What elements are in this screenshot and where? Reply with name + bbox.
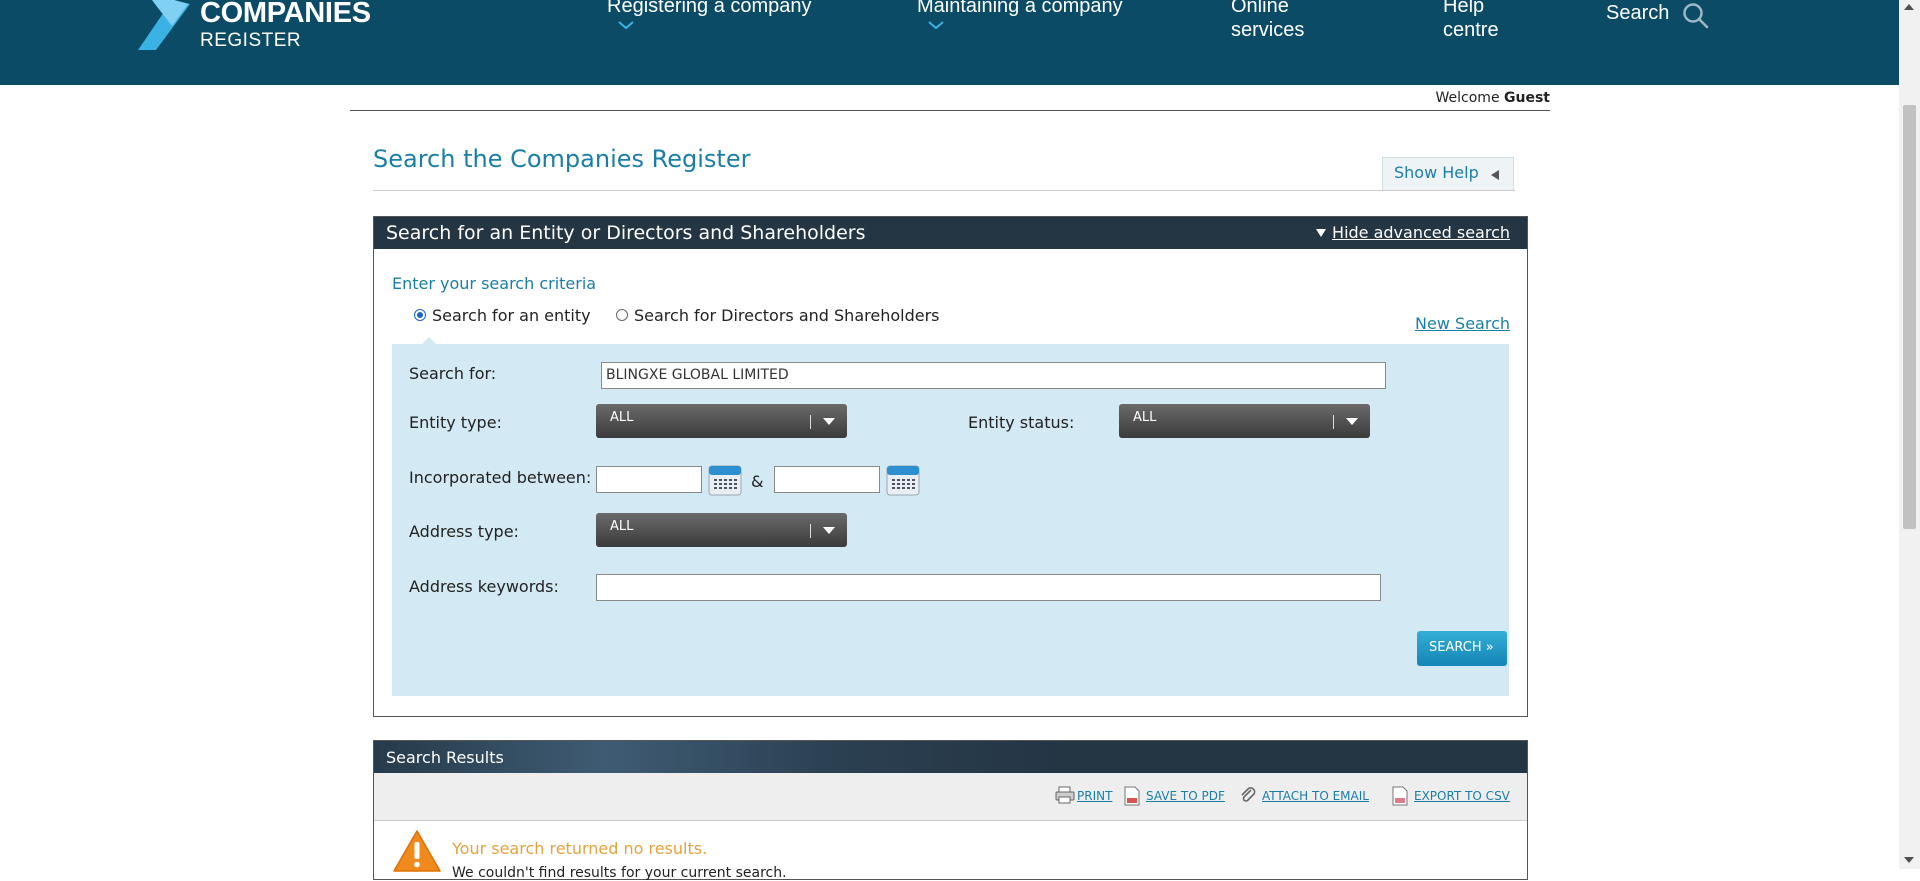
caret-down-icon xyxy=(823,418,835,425)
chevron-down-icon xyxy=(928,21,944,30)
nav-registering-a-company[interactable]: Registering a company xyxy=(607,0,812,30)
no-results-message: Your search returned no results. xyxy=(452,839,708,858)
new-search-link[interactable]: New Search xyxy=(1415,314,1510,333)
welcome-user: Guest xyxy=(1504,90,1550,106)
top-header: COMPANIES REGISTER Registering a company… xyxy=(0,0,1899,85)
csv-file-icon xyxy=(1392,786,1408,806)
nav-search[interactable]: Search xyxy=(1606,2,1709,29)
show-help-button[interactable]: Show Help xyxy=(1382,157,1514,190)
nav-online-services[interactable]: Online services xyxy=(1231,0,1304,42)
triangle-down-icon xyxy=(1316,229,1327,237)
attach-to-email-label: ATTACH TO EMAIL xyxy=(1262,789,1369,803)
address-type-label: Address type: xyxy=(409,522,519,541)
chevron-down-icon xyxy=(618,21,634,30)
vertical-scrollbar[interactable] xyxy=(1899,0,1920,869)
hide-advanced-search-link[interactable]: Hide advanced search xyxy=(1316,223,1510,242)
nav-label: Maintaining a company xyxy=(917,0,1123,17)
save-to-pdf-label: SAVE TO PDF xyxy=(1146,789,1225,803)
save-to-pdf-link[interactable]: SAVE TO PDF xyxy=(1124,786,1225,806)
search-button[interactable]: SEARCH » xyxy=(1417,631,1507,666)
search-for-input[interactable]: BLINGXE GLOBAL LIMITED xyxy=(601,362,1386,389)
entity-type-value: ALL xyxy=(610,410,634,425)
welcome-divider xyxy=(350,110,1550,111)
nav-label: Online xyxy=(1231,0,1289,17)
logo-title[interactable]: COMPANIES xyxy=(200,0,371,30)
radio-entity-label: Search for an entity xyxy=(432,306,591,325)
caret-down-icon xyxy=(823,527,835,534)
nav-label: services xyxy=(1231,19,1305,41)
page-title: Search the Companies Register xyxy=(373,145,751,173)
no-results-detail: We couldn't find results for your curren… xyxy=(452,865,787,881)
address-keywords-input[interactable] xyxy=(596,574,1381,601)
logo-subtitle[interactable]: REGISTER xyxy=(200,30,301,52)
attach-to-email-link[interactable]: ATTACH TO EMAIL xyxy=(1241,787,1369,803)
search-form: Search for: BLINGXE GLOBAL LIMITED Entit… xyxy=(392,344,1509,696)
scroll-thumb[interactable] xyxy=(1903,105,1916,529)
calendar-icon[interactable] xyxy=(886,464,920,496)
select-separator xyxy=(810,524,811,538)
welcome-prefix: Welcome xyxy=(1435,90,1500,106)
triangle-left-icon xyxy=(1491,170,1499,180)
incorporated-from-input[interactable] xyxy=(596,466,702,493)
date-range-separator: & xyxy=(751,472,764,491)
print-link[interactable]: PRINT xyxy=(1055,786,1113,804)
scroll-down-arrow-icon[interactable] xyxy=(1904,857,1914,863)
nav-label: centre xyxy=(1443,19,1499,41)
nav-search-label: Search xyxy=(1606,2,1670,24)
calendar-icon[interactable] xyxy=(708,464,742,496)
paperclip-icon xyxy=(1241,787,1256,802)
pdf-icon xyxy=(1124,786,1140,806)
select-separator xyxy=(1333,415,1334,429)
welcome-text: Welcome Guest xyxy=(1350,90,1550,106)
search-panel-header: Search for an Entity or Directors and Sh… xyxy=(374,217,1527,249)
search-panel: Search for an Entity or Directors and Sh… xyxy=(373,216,1528,717)
export-to-csv-label: EXPORT TO CSV xyxy=(1414,789,1510,803)
scroll-up-arrow-icon[interactable] xyxy=(1904,4,1914,10)
incorporated-to-input[interactable] xyxy=(774,466,880,493)
nav-help-centre[interactable]: Help centre xyxy=(1443,0,1499,42)
printer-icon xyxy=(1055,786,1075,804)
nav-maintaining-a-company[interactable]: Maintaining a company xyxy=(917,0,1123,30)
search-results-panel: Search Results PRINT SAVE TO PDF ATTACH … xyxy=(373,740,1528,881)
entity-status-select[interactable]: ALL xyxy=(1119,404,1370,438)
radio-button-selected[interactable] xyxy=(414,309,426,321)
radio-search-directors[interactable]: Search for Directors and Shareholders xyxy=(616,306,939,325)
nav-label: Help xyxy=(1443,0,1485,17)
logo-chevron-icon xyxy=(138,0,190,50)
export-to-csv-link[interactable]: EXPORT TO CSV xyxy=(1392,786,1510,806)
search-for-label: Search for: xyxy=(409,364,497,383)
radio-search-entity[interactable]: Search for an entity xyxy=(414,306,591,325)
select-separator xyxy=(810,415,811,429)
search-panel-title: Search for an Entity or Directors and Sh… xyxy=(386,222,866,244)
search-icon xyxy=(1683,3,1709,29)
search-results-title: Search Results xyxy=(386,748,504,767)
caret-down-icon xyxy=(1346,418,1358,425)
results-toolbar: PRINT SAVE TO PDF ATTACH TO EMAIL EXPORT… xyxy=(374,773,1527,821)
entity-status-value: ALL xyxy=(1133,410,1157,425)
show-help-label: Show Help xyxy=(1394,163,1479,182)
nav-label: Registering a company xyxy=(607,0,812,17)
address-type-select[interactable]: ALL xyxy=(596,513,847,547)
entity-type-label: Entity type: xyxy=(409,413,502,432)
hide-advanced-label: Hide advanced search xyxy=(1332,223,1510,242)
criteria-label: Enter your search criteria xyxy=(392,274,597,293)
incorporated-between-label: Incorporated between: xyxy=(409,468,592,487)
address-type-value: ALL xyxy=(610,519,634,534)
address-keywords-label: Address keywords: xyxy=(409,577,559,596)
entity-status-label: Entity status: xyxy=(968,413,1075,432)
print-label: PRINT xyxy=(1077,789,1113,803)
search-results-header: Search Results xyxy=(374,741,1527,773)
warning-icon xyxy=(393,830,441,872)
title-divider xyxy=(373,190,1515,191)
entity-type-select[interactable]: ALL xyxy=(596,404,847,438)
radio-directors-label: Search for Directors and Shareholders xyxy=(634,306,940,325)
radio-button[interactable] xyxy=(616,309,628,321)
